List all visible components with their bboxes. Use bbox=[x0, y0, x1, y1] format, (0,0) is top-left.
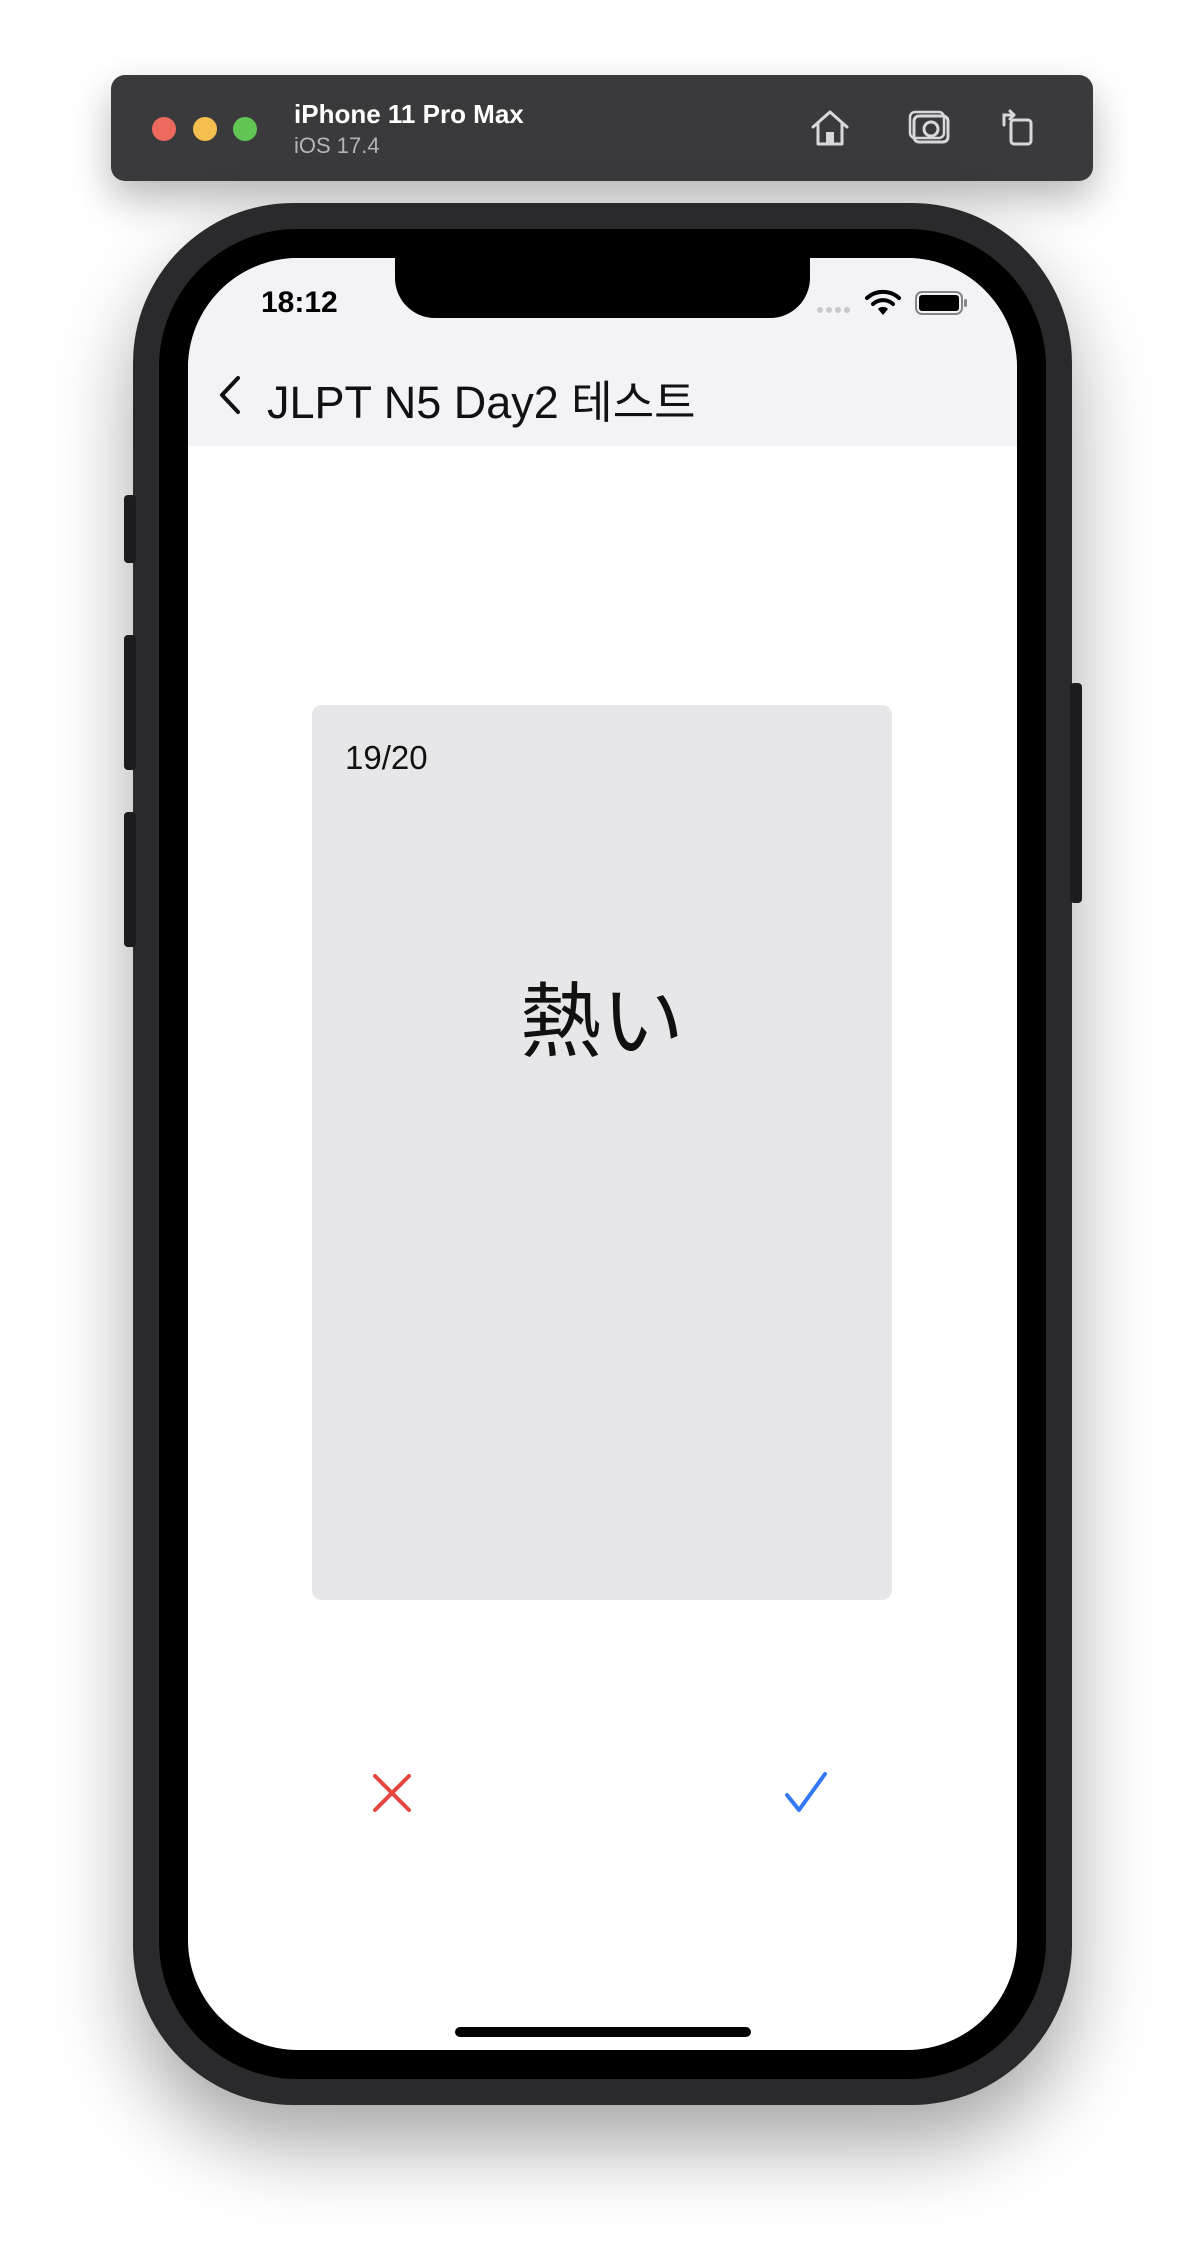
silent-switch bbox=[124, 495, 136, 563]
battery-icon bbox=[915, 291, 967, 315]
zoom-window-button[interactable] bbox=[233, 117, 257, 141]
close-window-button[interactable] bbox=[152, 117, 176, 141]
page-title: JLPT N5 Day2 테스트 bbox=[267, 377, 696, 428]
wifi-icon bbox=[865, 289, 901, 315]
signal-icon bbox=[817, 307, 850, 313]
navigation-bar: 18:12 JLPT N5 Day2 테스트 bbox=[188, 258, 1017, 446]
screenshot-icon[interactable] bbox=[905, 103, 955, 153]
simulator-os-version: iOS 17.4 bbox=[294, 133, 380, 158]
volume-up-button bbox=[124, 635, 136, 770]
home-icon[interactable] bbox=[805, 103, 855, 153]
flashcard[interactable]: 19/20 熱い bbox=[312, 705, 892, 1600]
phone-screen: 18:12 JLPT N5 Day2 테스트 19/20 熱い bbox=[188, 258, 1017, 2050]
checkmark-icon bbox=[785, 1772, 827, 1812]
x-icon bbox=[373, 1774, 411, 1812]
rotate-icon[interactable] bbox=[994, 103, 1044, 153]
volume-down-button bbox=[124, 812, 136, 947]
simulator-toolbar: iPhone 11 Pro Max iOS 17.4 bbox=[111, 75, 1093, 181]
correct-button[interactable] bbox=[771, 1758, 841, 1828]
status-time: 18:12 bbox=[261, 286, 338, 319]
notch bbox=[395, 258, 810, 318]
power-button bbox=[1070, 683, 1082, 903]
wrong-button[interactable] bbox=[357, 1758, 427, 1828]
home-indicator[interactable] bbox=[455, 2027, 751, 2037]
status-icons bbox=[815, 288, 975, 325]
flashcard-word: 熱い bbox=[519, 977, 684, 1068]
simulator-device-name: iPhone 11 Pro Max bbox=[294, 99, 524, 129]
chevron-left-icon[interactable] bbox=[210, 370, 250, 420]
minimize-window-button[interactable] bbox=[193, 117, 217, 141]
progress-counter: 19/20 bbox=[345, 739, 428, 776]
